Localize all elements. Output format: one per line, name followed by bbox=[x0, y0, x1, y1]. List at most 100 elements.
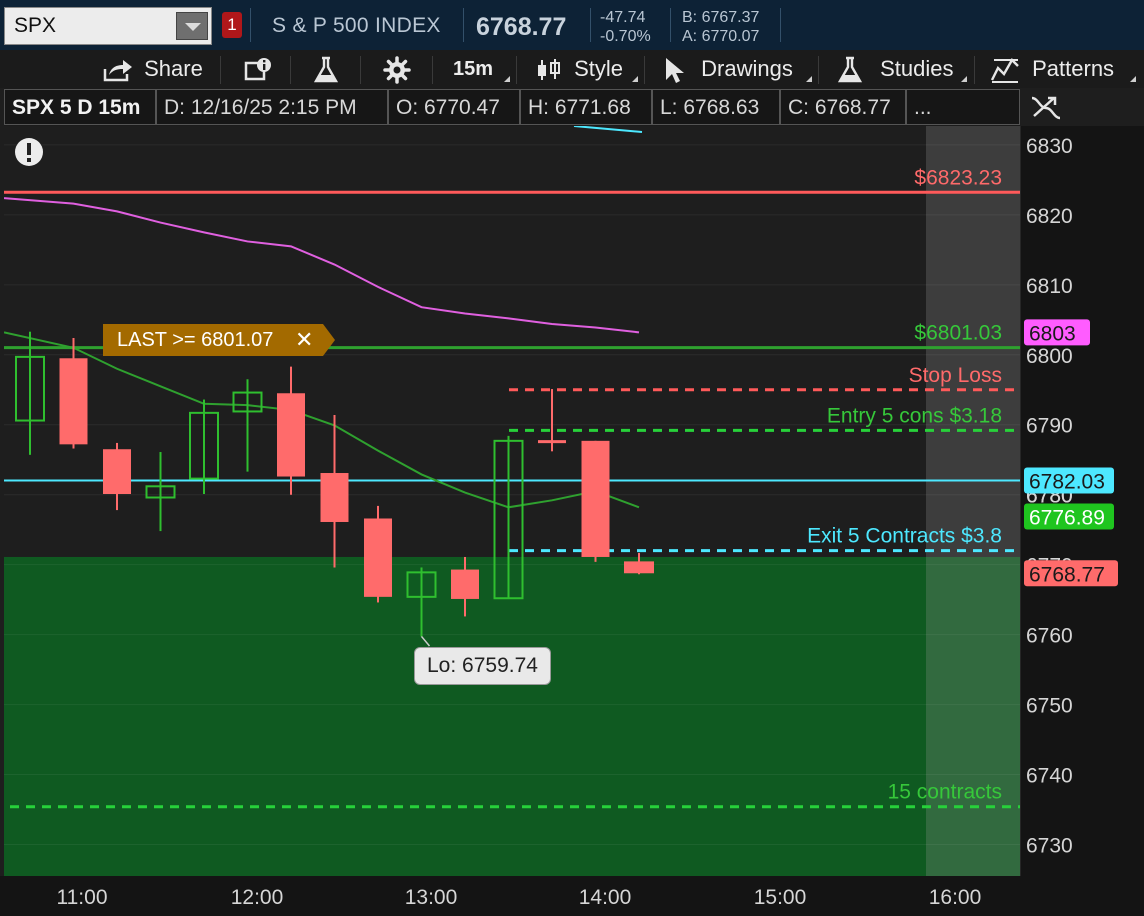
bar-date: D: 12/16/25 2:15 PM bbox=[156, 89, 388, 125]
style-menu[interactable]: Style bbox=[536, 55, 623, 83]
price-tick-label: 6750 bbox=[1026, 695, 1073, 718]
toolbar-divider bbox=[516, 56, 517, 84]
header-divider bbox=[250, 8, 251, 42]
bar-close: C: 6768.77 bbox=[780, 89, 906, 125]
header-divider bbox=[590, 8, 591, 42]
alert-condition: LAST >= 6801.07 bbox=[117, 329, 274, 351]
alert-price-label: $6801.03 bbox=[914, 322, 1002, 345]
drawings-menu[interactable]: Drawings bbox=[663, 55, 793, 84]
auto-scale-icon bbox=[1031, 96, 1061, 120]
candle-body-down bbox=[364, 518, 392, 597]
header-divider bbox=[670, 8, 671, 42]
price-chart[interactable]: $6823.23 $6801.03 Stop Loss Entry 5 cons $3… bbox=[4, 126, 1020, 876]
drawings-dropdown-icon bbox=[806, 76, 812, 82]
cursor-arrow-icon bbox=[666, 58, 684, 84]
candlestick-icon bbox=[538, 59, 560, 81]
info-icon bbox=[244, 58, 271, 81]
studies-label: Studies bbox=[880, 56, 954, 81]
remove-alert-button[interactable]: ✕ bbox=[295, 324, 313, 356]
warning-button[interactable] bbox=[13, 136, 45, 173]
loss-zone bbox=[4, 556, 1020, 876]
share-label: Share bbox=[144, 56, 203, 81]
timeframe-dropdown-icon bbox=[504, 76, 510, 82]
price-tick-label: 6740 bbox=[1026, 765, 1073, 788]
candle-body-down bbox=[451, 569, 479, 599]
toolbar-divider bbox=[220, 56, 221, 84]
stop-loss-label: Stop Loss bbox=[909, 364, 1002, 387]
ask-price: A: 6770.07 bbox=[682, 28, 760, 45]
bar-high: H: 6771.68 bbox=[520, 89, 652, 125]
share-icon bbox=[103, 60, 132, 82]
style-dropdown-icon bbox=[632, 76, 638, 82]
candle-body-down bbox=[103, 449, 131, 495]
chart-title: SPX 5 D 15m bbox=[4, 89, 156, 125]
time-tick-label: 12:00 bbox=[231, 886, 284, 909]
timeframe-label: 15m bbox=[453, 58, 494, 80]
candle-body-down bbox=[581, 440, 610, 557]
settings-button[interactable] bbox=[382, 55, 412, 84]
share-button[interactable]: Share bbox=[102, 55, 203, 83]
style-label: Style bbox=[574, 56, 624, 81]
candle-body-down bbox=[59, 358, 88, 445]
studies-dropdown-icon bbox=[961, 76, 967, 82]
low-price-callout: Lo: 6759.74 bbox=[414, 647, 551, 685]
price-tick-label: 6830 bbox=[1026, 135, 1073, 158]
patterns-menu[interactable]: Patterns bbox=[990, 55, 1115, 84]
price-tick-label: 6810 bbox=[1026, 275, 1073, 298]
flask-button[interactable] bbox=[312, 55, 340, 83]
drawings-label: Drawings bbox=[701, 56, 793, 81]
price-tick-label: 6760 bbox=[1026, 625, 1073, 648]
candle-body-down bbox=[320, 473, 349, 522]
toolbar-divider bbox=[432, 56, 433, 84]
bid-price: B: 6767.37 bbox=[682, 9, 760, 26]
timeframe-selector[interactable]: 15m bbox=[453, 55, 493, 83]
price-tick-label: 6800 bbox=[1026, 345, 1073, 368]
last-price: 6768.77 bbox=[476, 13, 567, 41]
bar-open: O: 6770.47 bbox=[388, 89, 520, 125]
header-divider bbox=[780, 8, 781, 42]
gear-icon bbox=[383, 56, 411, 84]
candle-body-down bbox=[624, 561, 654, 574]
time-axis[interactable]: 11:00 12:00 13:00 14:00 15:00 16:00 bbox=[0, 876, 1144, 916]
price-axis[interactable]: 6830682068106800679067806770676067506740… bbox=[1020, 126, 1144, 876]
exit-label: Exit 5 Contracts $3.8 bbox=[807, 525, 1002, 548]
more-info-button[interactable]: ... bbox=[906, 89, 1020, 125]
net-change: -47.74 -0.70% bbox=[600, 8, 651, 46]
toolbar-divider bbox=[644, 56, 645, 84]
exclamation-icon bbox=[15, 138, 43, 166]
index-description: S & P 500 INDEX bbox=[272, 14, 441, 37]
toolbar-divider bbox=[290, 56, 291, 84]
studies-menu[interactable]: Studies bbox=[836, 55, 954, 83]
symbol-dropdown-button[interactable] bbox=[176, 12, 208, 40]
green-price-tag: 6776.89 bbox=[1029, 506, 1105, 529]
price-tick-label: 6730 bbox=[1026, 835, 1073, 858]
resistance-label: $6823.23 bbox=[914, 166, 1002, 189]
patterns-icon bbox=[990, 58, 1019, 84]
price-alert-flag[interactable]: LAST >= 6801.07 ✕ bbox=[103, 324, 335, 356]
magenta-price-tag: 6803 bbox=[1029, 322, 1076, 345]
candle-body-down bbox=[277, 393, 305, 477]
chart-tools-button[interactable] bbox=[1028, 92, 1064, 129]
time-tick-label: 15:00 bbox=[754, 886, 807, 909]
last-price-tag: 6768.77 bbox=[1029, 563, 1105, 586]
time-tick-label: 11:00 bbox=[57, 886, 108, 909]
net-change-percent: -0.70% bbox=[600, 28, 651, 45]
patterns-label: Patterns bbox=[1032, 56, 1115, 81]
flask-icon bbox=[313, 56, 339, 83]
time-tick-label: 14:00 bbox=[579, 886, 632, 909]
entry-label: Entry 5 cons $3.18 bbox=[827, 404, 1002, 427]
toolbar-divider bbox=[360, 56, 361, 84]
time-tick-label: 13:00 bbox=[405, 886, 458, 909]
bid-ask: B: 6767.37 A: 6770.07 bbox=[682, 8, 759, 46]
after-hours-region bbox=[926, 126, 1020, 876]
time-tick-label: 16:00 bbox=[929, 886, 982, 909]
cyan-price-tag: 6782.03 bbox=[1029, 471, 1105, 494]
price-tick-label: 6790 bbox=[1026, 415, 1073, 438]
chart-info-button[interactable] bbox=[244, 55, 274, 83]
candle-body-down bbox=[538, 440, 566, 444]
alert-count-badge[interactable]: 1 bbox=[222, 12, 242, 38]
symbol-value: SPX bbox=[14, 14, 57, 37]
toolbar-divider bbox=[974, 56, 975, 84]
flask-icon bbox=[837, 56, 863, 83]
net-change-value: -47.74 bbox=[600, 9, 646, 26]
